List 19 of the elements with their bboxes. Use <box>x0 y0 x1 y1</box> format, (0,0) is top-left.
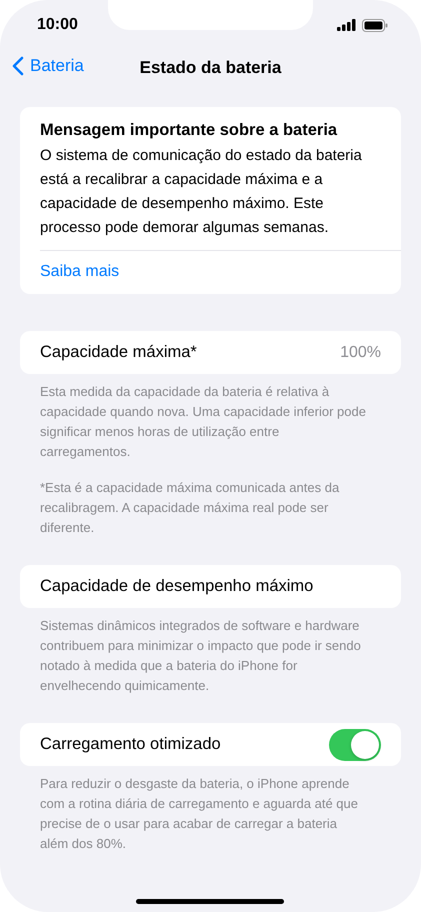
row-label: Carregamento otimizado <box>40 735 221 754</box>
row-value: 100% <box>340 344 381 362</box>
battery-icon <box>362 18 388 32</box>
footer-text: Para reduzir o desgaste da bateria, o iPhone aprende com a rotina diária de carregamento e aguarda até que precise de o usar para acabar de carregar a bateria além dos 80%. <box>39 775 359 853</box>
row-label: Capacidade máxima* <box>40 343 197 362</box>
notice-text: O sistema de comunicação do estado da bateria está a recalibrar a capacidade máxima e a capacidade de desempenho máximo. Este processo pode demorar algumas semanas. <box>40 146 363 238</box>
status-time: 10:00 <box>37 16 78 34</box>
footer-text: *Esta é a capacidade máxima comunicada antes da recalibragem. A capacidade máxima real pode ser diferente. <box>39 479 340 537</box>
toggle-switch[interactable] <box>329 728 381 760</box>
footer-text: Esta medida da capacidade da bateria é relativa à capacidade quando nova. Uma capacidade inferior pode significar menos horas de utilização entre carregamentos. <box>39 383 367 461</box>
settings-row[interactable]: Capacidade de desempenho máximo <box>20 565 401 608</box>
page-title: Estado da bateria <box>140 58 282 78</box>
notice-title: Mensagem importante sobre a bateria <box>40 120 338 141</box>
back-chevron-icon <box>12 56 24 76</box>
back-button[interactable]: Bateria <box>12 56 84 76</box>
signal-icon <box>337 19 356 31</box>
footer-text: Sistemas dinâmicos integrados de software e hardware contribuem para minimizar o impacto que pode ir sendo notado à medida que a bateria do iPhone for envelhecendo quimicamente. <box>39 617 362 695</box>
learn-more-link[interactable]: Saiba mais <box>20 251 401 294</box>
row-label: Capacidade de desempenho máximo <box>40 577 314 596</box>
